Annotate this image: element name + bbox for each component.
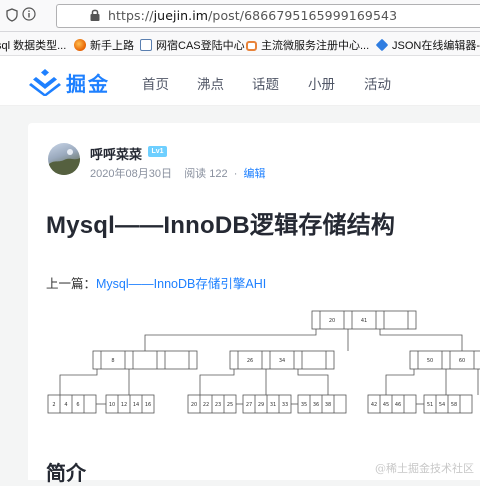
level-badge[interactable]: Lv1: [148, 146, 167, 157]
article-title: Mysql——InnoDB逻辑存储结构: [46, 205, 395, 240]
bracket-icon: [246, 41, 257, 51]
bookmark-microservice[interactable]: 主流微服务注册中心...: [246, 37, 369, 53]
author-name[interactable]: 呼呼菜菜: [90, 144, 142, 163]
bookmark-sql-types[interactable]: sql 数据类型...: [0, 37, 66, 53]
leaf-key: 51: [427, 402, 433, 408]
nav-events[interactable]: 活动: [364, 73, 391, 93]
leaf-key: 46: [395, 402, 401, 408]
tree-node-key: 60: [459, 358, 465, 364]
bookmark-json-editor[interactable]: JSON在线编辑器-Be: [376, 37, 480, 53]
bookmarks-bar: sql 数据类型... 新手上路 网宿CAS登陆中心 主流微服务注册中心... …: [0, 32, 480, 56]
leaf-key: 22: [203, 402, 209, 408]
tree-internal-node-1: [93, 351, 197, 369]
leaf-key: 20: [191, 402, 197, 408]
tree-node-key: 34: [279, 358, 285, 364]
tree-root-key-2: 41: [361, 318, 367, 324]
leaf-key: 4: [64, 402, 67, 408]
page-icon: [140, 39, 152, 51]
publish-date: 2020年08月30日: [90, 168, 172, 180]
bookmark-cas-login[interactable]: 网宿CAS登陆中心: [140, 37, 245, 53]
leaf-key: 58: [451, 402, 457, 408]
leaf-key: 14: [133, 402, 139, 408]
leaf-key: 16: [145, 402, 151, 408]
leaf-key: 2: [52, 402, 55, 408]
leaf-key: 54: [439, 402, 445, 408]
article-card: 呼呼菜菜 Lv1 2020年08月30日 阅读 122 · 编辑 Mysql——…: [28, 123, 480, 480]
leaf-key: 33: [282, 402, 288, 408]
leaf-key: 31: [270, 402, 276, 408]
lock-icon: [89, 8, 101, 25]
browser-address-bar: https://juejin.im/post/68667951659991695…: [0, 0, 480, 32]
diamond-icon: [376, 39, 389, 52]
avatar[interactable]: [48, 143, 80, 175]
firefox-icon: [74, 39, 86, 51]
edit-link[interactable]: 编辑: [244, 168, 266, 180]
nav-books[interactable]: 小册: [308, 73, 335, 93]
previous-article-link[interactable]: Mysql——InnoDB存储引擎AHI: [96, 277, 266, 291]
juejin-logo-icon[interactable]: [28, 66, 62, 96]
watermark: @稀土掘金技术社区: [375, 460, 474, 476]
nav-home[interactable]: 首页: [142, 73, 169, 93]
tree-node-key: 8: [111, 358, 114, 364]
shield-icon[interactable]: [6, 8, 18, 25]
url-text[interactable]: https://juejin.im/post/68667951659991695…: [108, 8, 397, 23]
tree-internal-node-3: [410, 351, 480, 369]
nav-topics[interactable]: 话题: [252, 73, 279, 93]
leaf-key: 27: [246, 402, 252, 408]
bplus-tree-diagram: 20 41 8 26 34 50 60 2 4 6 10 12 14 16 20…: [28, 303, 480, 433]
site-header: 掘金 首页 沸点 话题 小册 活动: [0, 56, 480, 106]
previous-label: 上一篇：: [46, 277, 96, 291]
leaf-key: 12: [121, 402, 127, 408]
leaf-key: 10: [109, 402, 115, 408]
previous-article: 上一篇：Mysql——InnoDB存储引擎AHI: [46, 273, 266, 292]
leaf-key: 23: [215, 402, 221, 408]
section-heading: 简介: [46, 457, 86, 486]
leaf-key: 6: [76, 402, 79, 408]
tree-root-key-1: 20: [329, 318, 335, 324]
article-meta: 2020年08月30日 阅读 122 · 编辑: [90, 165, 266, 181]
leaf-key: 42: [371, 402, 377, 408]
leaf-key: 35: [301, 402, 307, 408]
tree-node-key: 50: [427, 358, 433, 364]
leaf-key: 38: [325, 402, 331, 408]
logo-text[interactable]: 掘金: [66, 68, 110, 97]
info-icon[interactable]: [22, 7, 36, 24]
tree-node-key: 26: [247, 358, 253, 364]
read-count: 阅读 122: [184, 168, 227, 180]
leaf-key: 25: [227, 402, 233, 408]
nav-pins[interactable]: 沸点: [197, 73, 224, 93]
leaf-key: 29: [258, 402, 264, 408]
leaf-key: 45: [383, 402, 389, 408]
leaf-key: 36: [313, 402, 319, 408]
bookmark-newbie[interactable]: 新手上路: [74, 37, 134, 53]
